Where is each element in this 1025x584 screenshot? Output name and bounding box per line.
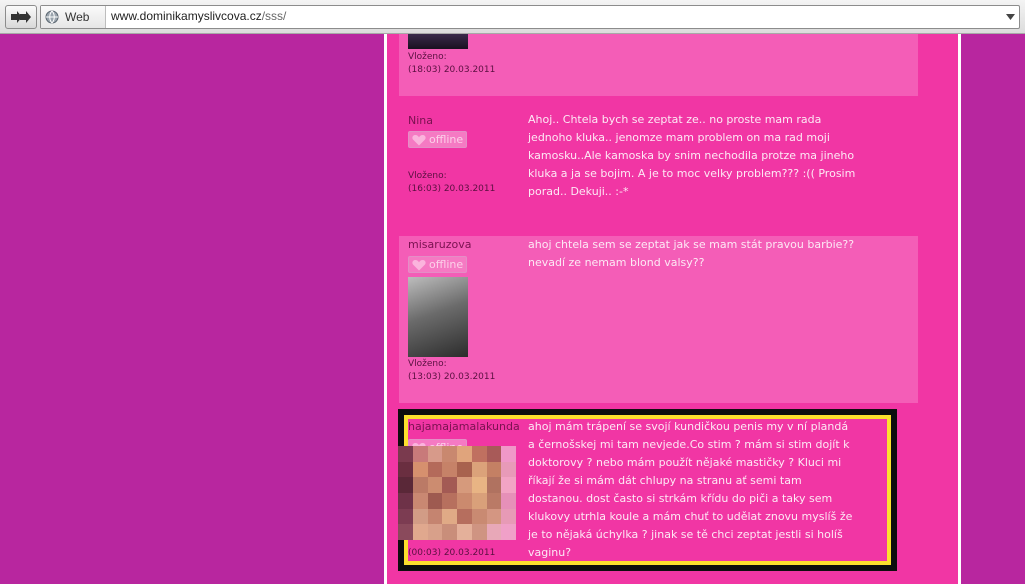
- posted-label: Vloženo:: [408, 52, 447, 62]
- heart-icon: [412, 259, 426, 270]
- url-field[interactable]: Web www.dominikamyslivcova.cz/sss/: [40, 5, 1020, 29]
- posted-label: Vloženo:: [408, 171, 447, 181]
- chevron-down-icon[interactable]: [1006, 14, 1015, 20]
- post-author[interactable]: misaruzova: [408, 238, 472, 251]
- post-item: Nina offline Vloženo: (16:03) 20.03.2011…: [399, 108, 918, 220]
- go-button[interactable]: [5, 5, 37, 29]
- post-message: ahoj mám trápení se svojí kundičkou peni…: [528, 420, 853, 559]
- avatar[interactable]: [408, 277, 468, 357]
- post-author[interactable]: Nina: [408, 114, 433, 127]
- pixelated-avatar: [398, 446, 516, 540]
- post-author[interactable]: hajamajamalakunda: [408, 420, 520, 433]
- posted-time: (18:03) 20.03.2011: [408, 65, 496, 75]
- status-text: offline: [429, 133, 464, 146]
- url-text[interactable]: www.dominikamyslivcova.cz/sss/: [111, 9, 286, 23]
- double-arrow-right-icon: [11, 11, 31, 23]
- url-domain: www.dominikamyslivcova.cz: [111, 9, 262, 23]
- status-text: offline: [429, 258, 464, 271]
- posted-label: Vloženo:: [408, 359, 447, 369]
- avatar: [408, 34, 468, 49]
- search-engine-label: Web: [65, 10, 90, 24]
- post-item: Vloženo: (18:03) 20.03.2011: [399, 34, 918, 96]
- heart-icon: [412, 134, 426, 145]
- status-badge: offline: [408, 131, 467, 148]
- posted-time: (13:03) 20.03.2011: [408, 372, 496, 382]
- post-message: ahoj chtela sem se zeptat jak se mam stá…: [528, 238, 855, 269]
- globe-icon: [45, 10, 59, 24]
- post-message: Ahoj.. Chtela bych se zeptat ze.. no pro…: [528, 113, 856, 198]
- status-badge: offline: [408, 256, 467, 273]
- posted-time: (00:03) 20.03.2011: [408, 548, 496, 558]
- column-border-right: [958, 34, 961, 584]
- post-item: misaruzova offline Vloženo: (13:03) 20.0…: [399, 236, 918, 403]
- search-engine-selector[interactable]: Web: [41, 6, 106, 28]
- posted-time: (16:03) 20.03.2011: [408, 184, 496, 194]
- address-bar: Web www.dominikamyslivcova.cz/sss/: [0, 0, 1025, 34]
- url-path: /sss/: [261, 9, 287, 23]
